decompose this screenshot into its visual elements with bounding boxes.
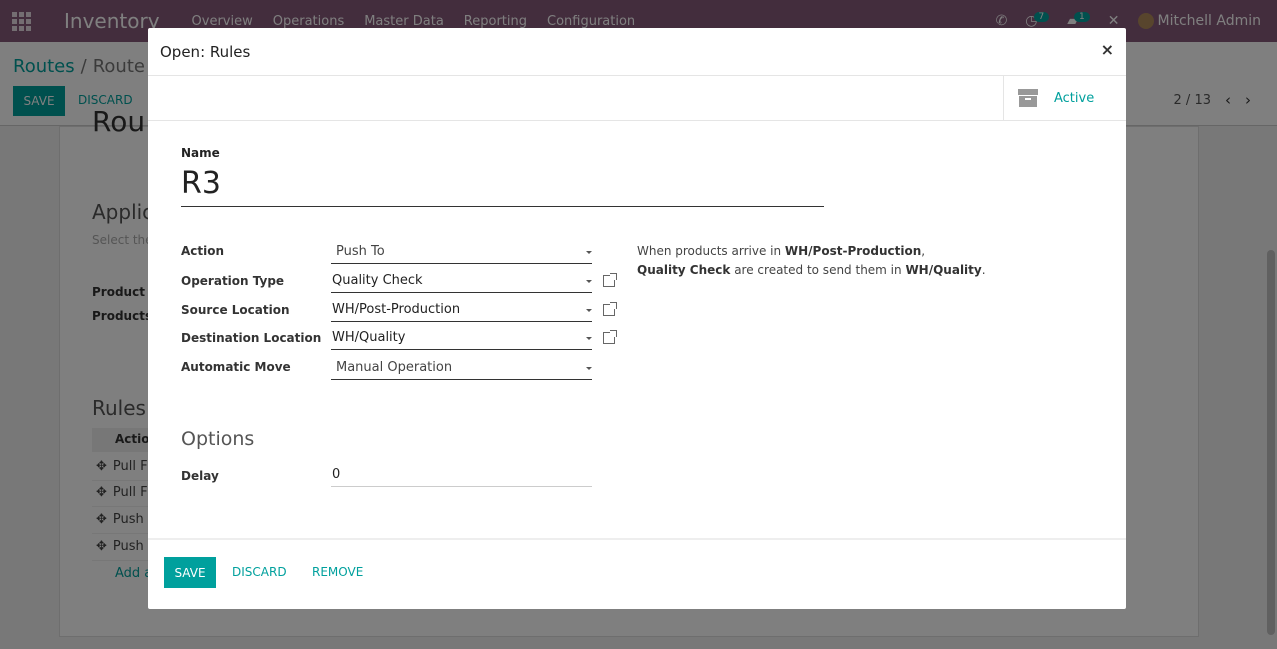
operation-type-field[interactable]: Quality Check [331, 269, 592, 293]
automatic-move-value: Manual Operation [336, 360, 453, 375]
external-link-icon[interactable] [603, 330, 617, 344]
caret-down-icon [586, 251, 592, 254]
help-destination-location: WH/Quality [905, 263, 982, 277]
archive-icon [1018, 89, 1038, 107]
remove-button[interactable]: REMOVE [312, 565, 363, 579]
dialog-body: Name R3 Action Push To Operation Type Qu… [148, 121, 1126, 537]
source-location-field[interactable]: WH/Post-Production [331, 298, 592, 322]
help-text: are created to send them in [730, 263, 906, 277]
dialog-header: Open: Rules × [148, 28, 1126, 76]
caret-down-icon [586, 367, 592, 370]
source-location-label: Source Location [181, 303, 290, 317]
rule-help-text: When products arrive in WH/Post-Producti… [637, 242, 1017, 280]
caret-down-icon [586, 280, 592, 283]
automatic-move-label: Automatic Move [181, 360, 291, 374]
action-select[interactable]: Push To [331, 240, 592, 264]
destination-location-field[interactable]: WH/Quality [331, 326, 592, 350]
caret-down-icon [586, 309, 592, 312]
active-label: Active [1054, 90, 1095, 106]
dialog-footer: SAVE DISCARD REMOVE [148, 538, 1126, 609]
operation-type-label: Operation Type [181, 274, 285, 288]
name-label: Name [181, 146, 220, 160]
source-location-value: WH/Post-Production [332, 302, 461, 317]
active-toggle-button[interactable]: Active [1003, 76, 1126, 120]
rules-dialog: Open: Rules × Active Name R3 Action Push… [148, 28, 1126, 609]
action-label: Action [181, 244, 225, 258]
action-value: Push To [336, 244, 385, 259]
help-text: . [981, 263, 986, 277]
save-button[interactable]: SAVE [164, 557, 216, 588]
help-operation-type: Quality Check [637, 263, 731, 277]
help-text: , [921, 244, 926, 258]
automatic-move-select[interactable]: Manual Operation [331, 356, 592, 380]
help-text: When products arrive in [637, 244, 785, 258]
external-link-icon[interactable] [603, 273, 617, 287]
button-box: Active [148, 76, 1126, 121]
discard-button[interactable]: DISCARD [232, 565, 287, 579]
destination-location-label: Destination Location [181, 331, 322, 345]
close-icon[interactable]: × [1101, 40, 1114, 59]
operation-type-value: Quality Check [332, 273, 423, 288]
options-heading: Options [181, 428, 255, 450]
help-source-location: WH/Post-Production [784, 244, 922, 258]
name-field[interactable]: R3 [181, 165, 824, 207]
caret-down-icon [586, 337, 592, 340]
delay-input[interactable]: 0 [331, 463, 592, 487]
dialog-title: Open: Rules [160, 42, 251, 61]
destination-location-value: WH/Quality [332, 330, 406, 345]
external-link-icon[interactable] [603, 302, 617, 316]
delay-label: Delay [181, 469, 219, 483]
